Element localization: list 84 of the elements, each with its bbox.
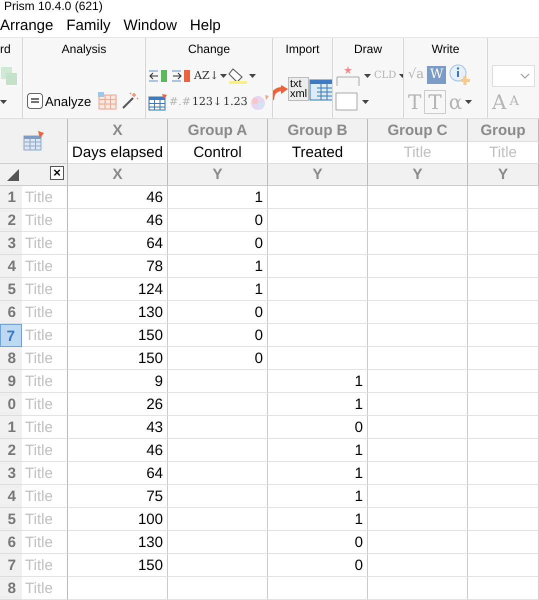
column-group-header[interactable]: Group	[468, 119, 539, 142]
column-group-header[interactable]: X	[68, 119, 168, 142]
row-number[interactable]: 7	[0, 324, 22, 347]
group-label: Draw	[352, 41, 383, 58]
row-number[interactable]: 5	[0, 508, 22, 531]
table-cell[interactable]: 1	[268, 370, 368, 393]
column-type-label: X	[68, 164, 168, 186]
table-cell[interactable]: 124	[68, 278, 168, 301]
toolbar-glyph[interactable]: 1.23	[223, 93, 248, 111]
table-cell[interactable]: 9	[68, 370, 168, 393]
table-cell[interactable]: 46	[68, 209, 168, 232]
column-title[interactable]: Control	[168, 142, 268, 164]
column-group-header[interactable]: Group A	[168, 119, 268, 142]
table-cell[interactable]: 130	[68, 531, 168, 554]
menu-item[interactable]: Window	[124, 16, 177, 34]
row-number[interactable]: 4	[0, 255, 22, 278]
column-title[interactable]: Days elapsed	[68, 142, 168, 164]
table-cell[interactable]: 1	[168, 186, 268, 209]
toolbar-glyph[interactable]: AZ↓	[194, 67, 219, 85]
table-cell[interactable]: 0	[168, 324, 268, 347]
row-number[interactable]: 0	[0, 393, 22, 416]
file-type-label: xml	[290, 89, 308, 99]
table-cell[interactable]: 0	[168, 301, 268, 324]
table-cell[interactable]: 75	[68, 485, 168, 508]
table-cell[interactable]: 46	[68, 439, 168, 462]
column-group-header[interactable]: Group C	[368, 119, 468, 142]
group-label: Import	[284, 41, 320, 58]
group-label: Change	[186, 41, 232, 58]
column-type-label: Y	[268, 164, 368, 186]
table-cell[interactable]: 150	[68, 554, 168, 577]
table-cell[interactable]: 64	[68, 462, 168, 485]
group-label: rd	[0, 41, 12, 58]
column-group-header[interactable]: Group B	[268, 119, 368, 142]
table-cell[interactable]: 0	[268, 416, 368, 439]
row-number[interactable]: 1	[0, 416, 22, 439]
toolbar-glyph[interactable]: W	[427, 66, 446, 84]
column-type-label: Y	[168, 164, 268, 186]
table-cell[interactable]: 0	[268, 531, 368, 554]
column-type-label: Y	[368, 164, 468, 186]
column-type-label: Y	[468, 164, 539, 186]
table-cell[interactable]: 1	[268, 393, 368, 416]
row-number[interactable]: 4	[0, 485, 22, 508]
row-number[interactable]: 6	[0, 301, 22, 324]
row-number[interactable]: 3	[0, 462, 22, 485]
column-title[interactable]: Treated	[268, 142, 368, 164]
table-cell[interactable]: 0	[168, 232, 268, 255]
table-cell[interactable]: 1	[268, 508, 368, 531]
group-label: Analysis	[60, 41, 108, 58]
table-cell[interactable]: 150	[68, 324, 168, 347]
row-number[interactable]: 7	[0, 554, 22, 577]
row-number[interactable]: 3	[0, 232, 22, 255]
table-cell[interactable]: 130	[68, 301, 168, 324]
row-number[interactable]: 6	[0, 531, 22, 554]
row-number[interactable]: 1	[0, 186, 22, 209]
table-cell[interactable]: 0	[268, 554, 368, 577]
table-cell[interactable]: 1	[168, 278, 268, 301]
table-cell[interactable]: 1	[268, 485, 368, 508]
table-cell[interactable]: 100	[68, 508, 168, 531]
table-cell[interactable]: 1	[268, 462, 368, 485]
table-cell[interactable]: 1	[168, 255, 268, 278]
table-cell[interactable]: 26	[68, 393, 168, 416]
table-cell[interactable]: 64	[68, 232, 168, 255]
menu-item[interactable]: Family	[66, 16, 111, 34]
row-number[interactable]: 8	[0, 577, 22, 600]
analyze-button[interactable]: Analyze	[27, 93, 92, 109]
menu-item[interactable]: Arrange	[0, 16, 54, 34]
menu-item[interactable]: Help	[190, 16, 221, 34]
row-number[interactable]: 2	[0, 209, 22, 232]
row-number[interactable]: 5	[0, 278, 22, 301]
table-cell[interactable]: 43	[68, 416, 168, 439]
close-button[interactable]: ×	[50, 166, 64, 180]
table-cell[interactable]: 150	[68, 347, 168, 370]
file-type-label: txt	[290, 79, 302, 89]
table-cell[interactable]: 46	[68, 186, 168, 209]
row-number[interactable]: 2	[0, 439, 22, 462]
table-cell[interactable]: 0	[168, 347, 268, 370]
group-label: Write	[430, 41, 460, 58]
row-number[interactable]: 8	[0, 347, 22, 370]
toolbar-glyph[interactable]: 123↓	[192, 93, 222, 111]
table-cell[interactable]: 1	[268, 439, 368, 462]
row-number[interactable]: 9	[0, 370, 22, 393]
table-cell[interactable]: 78	[68, 255, 168, 278]
import-button[interactable]: txt xml	[273, 77, 332, 101]
table-cell[interactable]: 0	[168, 209, 268, 232]
